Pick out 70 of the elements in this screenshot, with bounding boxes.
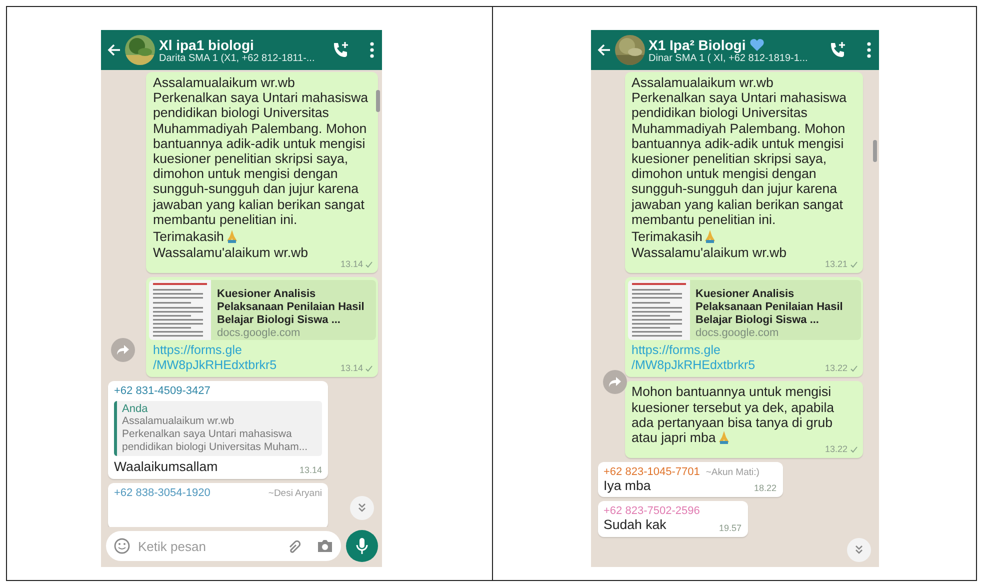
microphone-icon [356,538,368,554]
scroll-down-button[interactable] [846,538,870,562]
message-text: Wassalamu'alaikum wr.wb [632,245,787,260]
sender-name[interactable]: +62 838-3054-1920 [114,486,210,499]
message-time: 19.57 [718,522,742,533]
forward-button[interactable] [111,338,135,362]
message-text: Terimakasih [632,229,716,244]
preview-domain: docs.google.com [696,327,780,340]
sender-name[interactable]: +62 831-4509-3427 [114,385,210,398]
message-text: Mohon bantuannya untuk mengisi kuesioner tersebut ya dek, apabila ada pertanyaan bisa tanya di grub atau japri mba [632,384,834,446]
link-preview[interactable]: Kuesioner Analisis Pelaksanaan Penilaian Hasil Belajar Biologi Siswa ... docs.google.com [149,280,376,340]
preview-title: Kuesioner Analisis Pelaksanaan Penilaian Hasil Belajar Biologi Siswa ... [217,288,366,328]
message-time: 18.22 [754,483,776,494]
message-time: 13.22 [824,444,858,454]
scrollbar-thumb[interactable] [872,140,876,162]
back-icon[interactable] [596,43,610,57]
quoted-message[interactable]: Anda Assalamualaikum wr.wb Perkenalkan saya Untari mahasiswa pendidikan biologi Universitas Muham... [114,401,322,456]
back-icon[interactable] [107,43,121,57]
scrollbar-thumb[interactable] [376,90,380,112]
message-text: Terimakasih [153,229,238,244]
message-field[interactable]: Ketik pesan [136,538,281,554]
link-preview[interactable]: Kuesioner Analisis Pelaksanaan Penilaian Hasil Belajar Biologi Siswa ... docs.google.com [628,280,860,340]
check-icon [850,446,858,453]
quote-author: Anda [122,403,149,416]
sender-name[interactable]: +62 823-7502-2596 [604,505,700,518]
preview-title: Kuesioner Analisis Pelaksanaan Penilaian Hasil Belajar Biologi Siswa ... [696,288,844,328]
share-icon [608,377,620,387]
group-title[interactable]: Xl ipa1 biologi [159,36,254,52]
message-bar[interactable]: Ketik pesan [106,531,341,561]
add-call-icon[interactable] [828,41,846,59]
message-text: Assalamualaikum wr.wb Perkenalkan saya Untari mahasiswa pendidikan biologi Universitas Muhammadiyah Palembang. Mohon bantuannya adik-adik untuk mengisi kuesioner penelitian skripsi saya, dimohon untuk mengisi dengan sungguh-sungguh dan jujur karena jawaban yang kalian berikan sangat membantu penelitian ini. [632,75,847,228]
message-text: Wassalamu'alaikum wr.wb [153,245,308,260]
message-text: Assalamualaikum wr.wb Perkenalkan saya Untari mahasiswa pendidikan biologi Universitas Muhammadiyah Palembang. Mohon bantuannya adik-adik untuk mengisi kuesioner penelitian skripsi saya, dimohon untuk mengisi dengan sungguh-sungguh dan jujur karena jawaban yang kalian berikan sangat membantu penelitian ini. [153,75,368,228]
message-time: 13.21 [824,259,858,270]
more-icon[interactable] [866,42,870,58]
emoji-icon[interactable] [114,538,130,554]
add-call-icon[interactable] [332,41,350,59]
quote-text: Assalamualaikum wr.wb Perkenalkan saya Untari mahasiswa pendidikan biologi Universitas Muham... [122,415,309,454]
share-icon [117,345,129,355]
form-link[interactable]: https://forms.gle /MW8pJkRHEdxtbrkr5 [153,343,277,374]
praying-hands-icon [718,430,730,444]
paperclip-icon[interactable] [287,538,303,554]
message-text: Waalaikumsallam [114,459,218,475]
double-chevron-icon [854,545,864,555]
check-icon [365,260,373,268]
check-icon [365,364,373,372]
double-chevron-icon [357,503,367,513]
praying-hands-icon [704,229,716,244]
group-members: Darita SMA 1 (X1, +62 812-1811-... [159,52,316,64]
message-time: 13.14 [299,464,322,475]
message-time: 13.22 [824,363,858,374]
forward-button[interactable] [602,370,626,394]
praying-hands-icon [226,229,238,244]
form-link[interactable]: https://forms.gle /MW8pJkRHEdxtbrkr5 [632,343,756,374]
check-icon [850,260,858,268]
scroll-down-button[interactable] [350,496,374,520]
message-text: Sudah kak [604,517,666,533]
preview-domain: docs.google.com [217,327,302,340]
message-time: 13.14 [340,363,373,374]
camera-icon[interactable] [317,539,333,553]
more-icon[interactable] [370,42,374,58]
message-time: 13.14 [340,259,373,270]
message-text: Iya mba [604,478,651,494]
group-title[interactable]: X1 Ipa² Biologi [648,36,746,52]
sender-alias: ~Akun Mati:) [706,467,760,478]
mic-button[interactable] [346,530,378,562]
sender-name[interactable]: +62 823-1045-7701 [604,466,700,478]
group-members: Dinar SMA 1 ( XI, +62 812-1819-1... [648,52,809,64]
check-icon [850,364,858,372]
sender-alias: ~Desi Aryani [268,488,322,499]
